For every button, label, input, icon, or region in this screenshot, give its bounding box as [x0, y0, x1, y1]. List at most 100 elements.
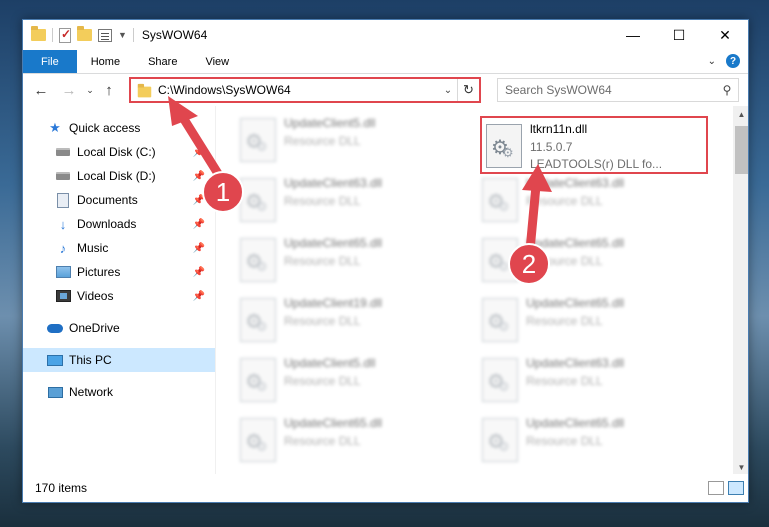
file-type: Resource DLL	[284, 194, 361, 208]
sidebar-item-videos[interactable]: Videos 📌	[23, 284, 215, 308]
minimize-button[interactable]: —	[610, 20, 656, 50]
address-bar[interactable]: C:\Windows\SysWOW64 ⌄ ↻	[129, 77, 481, 103]
file-list: UpdateClient5.dll Resource DLL UpdateClie…	[216, 106, 748, 476]
file-item-ltkrn11n[interactable]: ltkrn11n.dll 11.5.0.7 LEADTOOLS(r) DLL f…	[480, 116, 708, 174]
pin-icon: 📌	[192, 146, 205, 158]
file-item[interactable]: UpdateClient5.dll Resource DLL	[240, 354, 470, 410]
sidebar-item-documents[interactable]: Documents 📌	[23, 188, 215, 212]
sidebar-item-label: Local Disk (C:)	[77, 145, 156, 159]
expand-ribbon-icon[interactable]: ⌄	[708, 56, 716, 67]
file-type: Resource DLL	[284, 314, 361, 328]
download-icon: ↓	[59, 216, 67, 232]
dll-file-icon	[482, 418, 518, 462]
qat-dropdown-icon[interactable]: ▼	[118, 30, 127, 40]
sidebar-item-this-pc[interactable]: This PC	[23, 348, 215, 372]
sidebar-item-label: Documents	[77, 193, 138, 207]
file-explorer-window: ▼ SysWOW64 — ☐ ✕ File Home Share View ⌄ …	[22, 19, 749, 503]
file-name: UpdateClient65.dll	[284, 236, 383, 250]
star-icon: ★	[49, 120, 61, 135]
sidebar-item-local-disk-c[interactable]: Local Disk (C:) 📌	[23, 140, 215, 164]
refresh-icon[interactable]: ↻	[457, 79, 479, 101]
scroll-up-arrow-icon[interactable]: ▲	[733, 106, 748, 123]
pin-icon: 📌	[192, 290, 205, 302]
tab-share[interactable]: Share	[134, 50, 191, 73]
file-item[interactable]: UpdateClient65.dll Resource DLL	[482, 414, 712, 470]
file-item[interactable]: UpdateClient5.dll Resource DLL	[240, 114, 470, 170]
status-bar: 170 items	[23, 474, 748, 502]
file-type: Resource DLL	[526, 314, 603, 328]
file-name: UpdateClient65.dll	[526, 416, 625, 430]
sidebar-item-local-disk-d[interactable]: Local Disk (D:) 📌	[23, 164, 215, 188]
file-item[interactable]: UpdateClient65.dll Resource DLL	[240, 414, 470, 470]
file-name: UpdateClient63.dll	[526, 356, 625, 370]
sidebar-item-network[interactable]: Network	[23, 380, 215, 404]
file-name: UpdateClient63.dll	[526, 176, 625, 190]
file-item[interactable]: UpdateClient65.dll Resource DLL	[482, 234, 712, 290]
dll-file-icon	[240, 238, 276, 282]
toolbar-divider	[132, 28, 134, 42]
file-type: Resource DLL	[284, 254, 361, 268]
pictures-icon	[55, 264, 71, 280]
dll-file-icon	[482, 298, 518, 342]
window-title: SysWOW64	[141, 28, 208, 42]
search-icon[interactable]: ⚲	[716, 83, 738, 97]
file-item[interactable]: UpdateClient63.dll Resource DLL	[240, 174, 470, 230]
tiles-view-icon[interactable]	[728, 481, 744, 495]
up-arrow-icon[interactable]: ↑	[99, 79, 119, 101]
vertical-scrollbar[interactable]: ▲ ▼	[733, 106, 748, 476]
disk-icon	[55, 168, 71, 184]
file-item[interactable]: UpdateClient63.dll Resource DLL	[482, 354, 712, 410]
help-icon[interactable]: ?	[726, 54, 740, 68]
sidebar-item-label: Local Disk (D:)	[77, 169, 156, 183]
file-item[interactable]: UpdateClient63.dll Resource DLL	[482, 174, 712, 230]
view-buttons	[708, 481, 744, 495]
dll-file-icon	[240, 298, 276, 342]
toolbar-divider	[52, 28, 53, 42]
file-name: UpdateClient5.dll	[284, 116, 376, 130]
tab-home[interactable]: Home	[77, 50, 134, 73]
close-button[interactable]: ✕	[702, 20, 748, 50]
address-dropdown-icon[interactable]: ⌄	[439, 85, 457, 96]
recent-locations-chevron-icon[interactable]: ⌄	[83, 79, 97, 101]
address-path[interactable]: C:\Windows\SysWOW64	[158, 83, 439, 97]
file-item[interactable]: UpdateClient65.dll Resource DLL	[482, 294, 712, 350]
file-item[interactable]: UpdateClient65.dll Resource DLL	[240, 234, 470, 290]
file-name: UpdateClient65.dll	[526, 236, 625, 250]
pin-icon: 📌	[192, 266, 205, 278]
videos-icon	[55, 288, 71, 304]
forward-arrow-icon[interactable]: →	[59, 79, 79, 101]
ribbon-tabs: File Home Share View ⌄ ?	[23, 50, 748, 74]
file-type: Resource DLL	[526, 374, 603, 388]
details-view-icon[interactable]	[708, 481, 724, 495]
file-type: Resource DLL	[526, 434, 603, 448]
maximize-button[interactable]: ☐	[656, 20, 702, 50]
tab-file[interactable]: File	[23, 50, 77, 73]
dll-file-icon	[482, 358, 518, 402]
dll-file-icon	[240, 358, 276, 402]
file-type: Resource DLL	[526, 254, 603, 268]
sidebar-item-label: Downloads	[77, 217, 137, 231]
customize-icon[interactable]	[98, 28, 112, 42]
file-item[interactable]: UpdateClient19.dll Resource DLL	[240, 294, 470, 350]
new-folder-icon[interactable]	[77, 26, 92, 41]
sidebar-item-pictures[interactable]: Pictures 📌	[23, 260, 215, 284]
sidebar-item-label: OneDrive	[69, 321, 120, 335]
dll-file-icon	[482, 178, 518, 222]
file-name: UpdateClient19.dll	[284, 296, 383, 310]
sidebar-item-downloads[interactable]: ↓ Downloads 📌	[23, 212, 215, 236]
item-count: 170 items	[35, 481, 88, 495]
file-type: Resource DLL	[284, 134, 361, 148]
scroll-thumb[interactable]	[735, 126, 748, 174]
back-arrow-icon[interactable]: ←	[31, 79, 51, 101]
file-type: LEADTOOLS(r) DLL fo...	[530, 157, 663, 171]
file-version: 11.5.0.7	[530, 140, 573, 154]
sidebar-item-onedrive[interactable]: OneDrive	[23, 316, 215, 340]
navigation-bar: ← → ⌄ ↑ C:\Windows\SysWOW64 ⌄ ↻ Search S…	[23, 74, 748, 106]
sidebar-item-quick-access[interactable]: ★ Quick access	[23, 116, 215, 140]
title-bar: ▼ SysWOW64 — ☐ ✕	[23, 20, 748, 50]
search-placeholder: Search SysWOW64	[505, 83, 612, 97]
tab-view[interactable]: View	[191, 50, 243, 73]
search-input[interactable]: Search SysWOW64 ⚲	[497, 78, 739, 102]
sidebar-item-music[interactable]: ♪ Music 📌	[23, 236, 215, 260]
properties-check-icon[interactable]	[59, 27, 71, 43]
